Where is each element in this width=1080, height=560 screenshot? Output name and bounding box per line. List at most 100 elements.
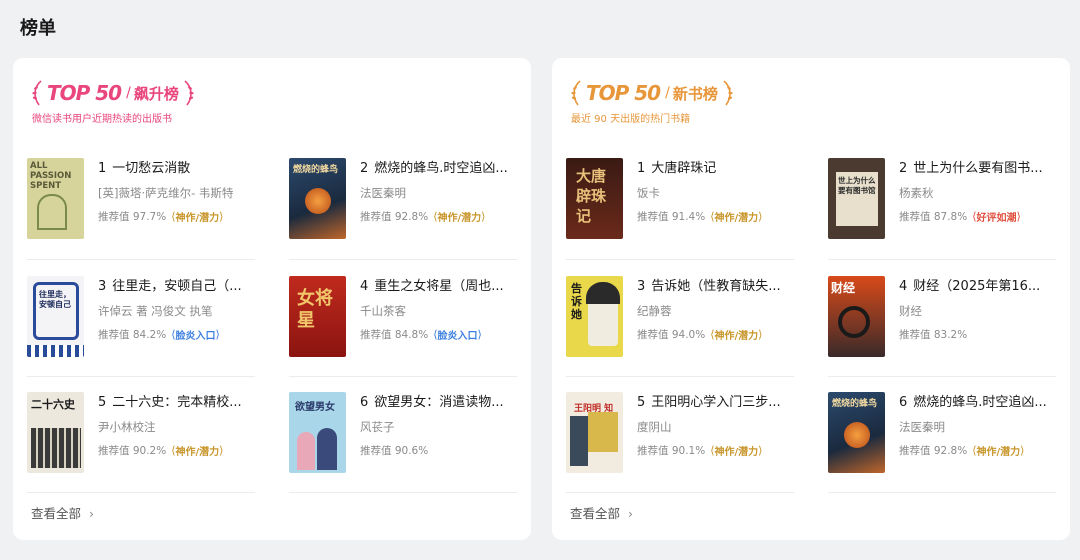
divider [828,492,1056,493]
divider [566,259,794,260]
page-title: 榜单 [20,18,56,39]
badge-tag: ⟨ 神作/潜力 ⟩ [710,328,763,342]
book-cover[interactable]: 大唐辟珠记 [566,158,623,239]
book-author: 饭卡 [637,186,660,200]
badge-tag: ⟨ 神作/潜力 ⟩ [171,210,224,224]
book-item[interactable]: 二十六史 5 二十六史：完本精校... 尹小林校注 推荐值 90.2% ⟨ 神作/潜力… [27,392,255,502]
book-cover[interactable]: 燃烧的蜂鸟 [289,158,346,239]
book-title[interactable]: 1 一切愁云消散 [98,160,253,178]
book-item[interactable]: ALL PASSION SPENT 1 一切愁云消散 [英]薇塔·萨克维尔- 韦斯… [27,158,255,268]
book-score: 推荐值 90.2% ⟨ 神作/潜力 ⟩ [98,444,224,458]
book-item[interactable]: 王阳明 知行合一 5王阳明心学入门三步... 度阴山 推荐值 90.1%⟨神作/… [566,392,794,502]
book-author: 许倬云 著 冯俊文 执笔 [98,304,213,318]
book-cover[interactable]: 告诉她 [566,276,623,357]
badge-tag: ⟨ 好评如潮 ⟩ [972,210,1021,224]
divider [27,492,255,493]
list-name: 飙升榜 [133,84,179,103]
book-item[interactable]: 燃烧的蜂鸟 2 燃烧的蜂鸟.时空追凶... 法医秦明 推荐值 92.8% ⟨ 神作/潜… [289,158,517,268]
view-all-link[interactable]: 查看全部 › [570,503,633,522]
book-item[interactable]: 大唐辟珠记 1 大唐辟珠记 饭卡 推荐值 91.4% ⟨ 神作/潜力 ⟩ [566,158,794,268]
laurel-left-icon [571,80,581,106]
book-score: 推荐值 90.6% [360,445,429,457]
list-name: 新书榜 [672,84,718,103]
book-cover[interactable]: ALL PASSION SPENT [27,158,84,239]
book-item[interactable]: 告诉她 3 告诉她（性教育缺失... 纪静蓉 推荐值 94.0% ⟨ 神作/潜力 ⟩ [566,276,794,386]
badge-tag: ⟨ 神作/潜力 ⟩ [171,444,224,458]
slash-divider: / [126,85,131,101]
book-author: 杨素秋 [899,186,934,200]
book-score: 推荐值 90.1% ⟨ 神作/潜力 ⟩ [637,444,763,458]
book-author: 尹小林校注 [98,420,156,434]
divider [289,259,517,260]
divider [828,259,1056,260]
book-score: 推荐值 92.8% ⟨ 神作/潜力 ⟩ [899,444,1025,458]
book-title[interactable]: 2 燃烧的蜂鸟.时空追凶... [360,160,515,178]
book-score: 推荐值 84.8% ⟨ 脸炎入口 ⟩ [360,328,482,342]
slash-divider: / [665,85,670,101]
book-item[interactable]: 财经 4 财经（2025年第16... 财经 推荐值 83.2% [828,276,1056,386]
book-title[interactable]: 2 世上为什么要有图书... [899,160,1054,178]
book-author: 财经 [899,304,922,318]
panel-subtitle: 最近 90 天出版的热门书籍 [571,114,691,125]
book-title[interactable]: 3 告诉她（性教育缺失... [637,278,792,296]
book-item[interactable]: 往里走，安顿自己 3 往里走，安顿自己（... 许倬云 著 冯俊文 执笔 推荐值 … [27,276,255,386]
book-title[interactable]: 4 财经（2025年第16... [899,278,1054,296]
book-cover[interactable]: 世上为什么要有图书馆 [828,158,885,239]
book-item[interactable]: 世上为什么要有图书馆 2 世上为什么要有图书... 杨素秋 推荐值 87.8% ⟨ 好… [828,158,1056,268]
panel-subtitle: 微信读书用户近期热读的出版书 [32,114,172,125]
panel-header: TOP 50 / 新书榜 最近 90 天出版的热门书籍 [569,78,735,125]
book-score: 推荐值 87.8% ⟨ 好评如潮 ⟩ [899,210,1021,224]
book-author: 风苌子 [360,420,395,434]
book-title[interactable]: 5 二十六史：完本精校... [98,394,253,412]
divider [566,376,794,377]
divider [289,376,517,377]
book-author: 法医秦明 [360,186,406,200]
book-item[interactable]: 欲望男女 6 欲望男女：消遣读物... 风苌子 推荐值 90.6% [289,392,517,502]
badge-tag: ⟨ 脸炎入口 ⟩ [433,328,482,342]
badge-tag: ⟨ 神作/潜力 ⟩ [433,210,486,224]
book-author: 法医秦明 [899,420,945,434]
book-score: 推荐值 97.7% ⟨ 神作/潜力 ⟩ [98,210,224,224]
book-title[interactable]: 1 大唐辟珠记 [637,160,792,178]
rising-list-panel: TOP 50 / 飙升榜 微信读书用户近期热读的出版书 ALL PASSION … [13,58,531,540]
book-cover[interactable]: 女将星 [289,276,346,357]
book-score: 推荐值 83.2% [899,329,968,341]
book-score: 推荐值 84.2% ⟨ 脸炎入口 ⟩ [98,328,220,342]
book-score: 推荐值 92.8% ⟨ 神作/潜力 ⟩ [360,210,486,224]
book-item[interactable]: 燃烧的蜂鸟 6 燃烧的蜂鸟.时空追凶... 法医秦明 推荐值 92.8% ⟨ 神作/潜… [828,392,1056,502]
view-all-link[interactable]: 查看全部 › [31,503,94,522]
book-item[interactable]: 女将星 4 重生之女将星（周也... 千山茶客 推荐值 84.8% ⟨ 脸炎入口 ⟩ [289,276,517,386]
book-title[interactable]: 3 往里走，安顿自己（... [98,278,253,296]
book-cover[interactable]: 二十六史 [27,392,84,473]
book-cover[interactable]: 王阳明 知行合一 [566,392,623,473]
divider [566,492,794,493]
top50-badge: TOP 50 / 新书榜 [569,78,735,108]
book-title[interactable]: 5 王阳明心学入门三步... [637,394,792,412]
divider [289,492,517,493]
book-author: 度阴山 [637,420,672,434]
chevron-right-icon: › [628,506,634,521]
laurel-right-icon [723,80,733,106]
book-cover[interactable]: 财经 [828,276,885,357]
badge-tag: ⟨ 神作/潜力 ⟩ [710,444,763,458]
book-title[interactable]: 6 欲望男女：消遣读物... [360,394,515,412]
book-title[interactable]: 6 燃烧的蜂鸟.时空追凶... [899,394,1054,412]
chevron-right-icon: › [89,506,95,521]
laurel-right-icon [184,80,194,106]
badge-text: TOP 50 [586,81,661,105]
divider [27,259,255,260]
book-author: 纪静蓉 [637,304,672,318]
book-title[interactable]: 4 重生之女将星（周也... [360,278,515,296]
divider [27,376,255,377]
badge-tag: ⟨ 神作/潜力 ⟩ [972,444,1025,458]
divider [828,376,1056,377]
book-author: 千山茶客 [360,304,406,318]
book-score: 推荐值 91.4% ⟨ 神作/潜力 ⟩ [637,210,763,224]
badge-text: TOP 50 [47,81,122,105]
book-author: [英]薇塔·萨克维尔- 韦斯特 [98,186,234,200]
badge-tag: ⟨ 神作/潜力 ⟩ [710,210,763,224]
top50-badge: TOP 50 / 飙升榜 [30,78,196,108]
book-cover[interactable]: 往里走，安顿自己 [27,276,84,357]
book-cover[interactable]: 燃烧的蜂鸟 [828,392,885,473]
book-cover[interactable]: 欲望男女 [289,392,346,473]
